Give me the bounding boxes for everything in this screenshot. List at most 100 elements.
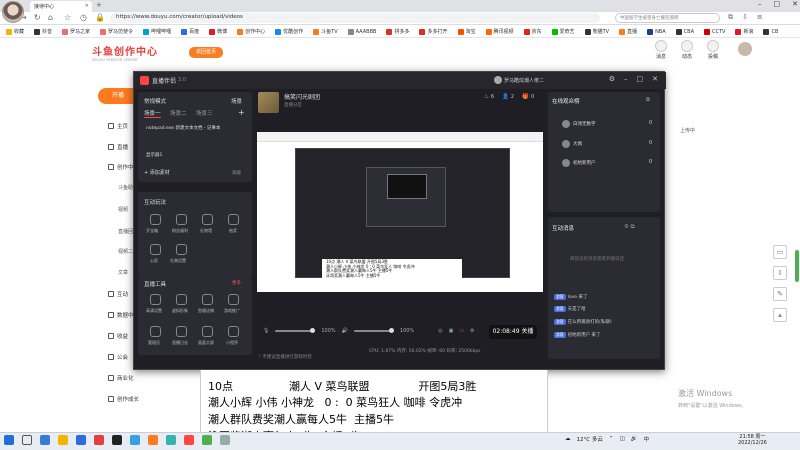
expand-icon[interactable]: ⧉ (646, 97, 650, 104)
extensions-icon[interactable]: ⧉ (728, 13, 733, 22)
mini-program-icon[interactable] (228, 326, 239, 337)
download-icon[interactable]: ⇩ (742, 13, 748, 22)
bookmark-item[interactable]: 收藏 (6, 28, 24, 35)
start-icon[interactable] (4, 435, 14, 445)
settings-icon[interactable]: ⚙ ⧉ (624, 224, 635, 231)
mic-icon[interactable]: 🎙 (263, 328, 269, 334)
bookmark-item[interactable]: 创作中心 (237, 28, 265, 35)
streaming-app-icon[interactable] (184, 435, 194, 445)
bookmark-item[interactable]: 微博 (209, 28, 227, 35)
gift-wall-icon[interactable] (202, 214, 213, 225)
fan-welfare-icon[interactable] (176, 214, 187, 225)
sidebar-item-guild[interactable]: 公会 (108, 353, 128, 361)
bookmark-item[interactable]: 熊猫TV (584, 28, 609, 35)
bookmark-item[interactable]: 京东 (523, 28, 542, 35)
bookmark-item[interactable]: 拼多多 (386, 28, 409, 35)
search-input[interactable]: 中国留学生被害身亡嫌犯落网 (615, 13, 720, 23)
user-avatar[interactable] (738, 42, 752, 56)
minimize-icon[interactable]: – (624, 75, 628, 83)
bookmark-item[interactable]: 斗鱼TV (313, 28, 338, 35)
profile-avatar[interactable] (2, 1, 24, 23)
wish-icon[interactable] (150, 244, 161, 255)
store-icon[interactable] (76, 435, 86, 445)
file-explorer-icon[interactable] (58, 435, 68, 445)
viewer-row[interactable]: 白领无数字 (562, 120, 596, 128)
bookmark-item[interactable]: 腾讯视频 (485, 28, 514, 35)
download-icon[interactable]: ⇩ (773, 266, 787, 280)
feedback-icon[interactable]: ✎ (773, 287, 787, 301)
advanced-button[interactable]: 高级 (232, 170, 241, 176)
bookmark-item[interactable]: CBA (675, 28, 694, 35)
stream-cover[interactable] (258, 92, 279, 113)
stop-live-button[interactable]: 02:08:49 关播 (489, 325, 537, 339)
app-icon-dark[interactable] (112, 435, 122, 445)
stream-title[interactable]: 搞笑闪光剧团 (284, 92, 320, 101)
network-icon[interactable]: ◫ (619, 436, 624, 442)
source-item-monitor[interactable]: 显示器1 (146, 152, 162, 158)
record-icon[interactable]: ◎ (438, 328, 442, 334)
chat-message[interactable]: 游客 love 来了 (554, 294, 587, 300)
mic-volume-slider[interactable] (275, 328, 316, 333)
app-icon-teal[interactable] (166, 435, 176, 445)
browser-tab[interactable]: 接待中心 ✕ (30, 1, 92, 12)
admin-icon[interactable] (150, 326, 161, 337)
sidebar-item-income[interactable]: 收益 (108, 332, 128, 340)
sidebar-sub-video[interactable]: 视频 (118, 206, 128, 213)
header-item-messages[interactable]: 消息 (655, 40, 667, 60)
scene-button[interactable]: 场景 (231, 97, 242, 105)
sidebar-item-growth[interactable]: 创作成长 (108, 395, 139, 403)
bookmark-item[interactable]: 罗马仿使令 (100, 28, 133, 35)
scrollbar-thumb[interactable] (795, 250, 799, 282)
bookmark-item[interactable]: 爱奇艺 (551, 28, 575, 35)
sidebar-item-live[interactable]: 直播 (108, 143, 128, 151)
bookmark-item[interactable]: 百度 (181, 28, 199, 35)
add-source-button[interactable]: + 添加素材 (144, 169, 170, 176)
speaker-icon[interactable]: 🔊 (342, 328, 348, 334)
gamepad-icon[interactable] (228, 294, 239, 305)
scene-tab-3[interactable]: 场景三 (196, 109, 213, 117)
log-icon[interactable] (176, 326, 187, 337)
close-icon[interactable]: ✕ (792, 0, 798, 8)
scene-tab-1[interactable]: 场景一 (144, 109, 161, 118)
sidebar-item-interact[interactable]: 互动 (108, 290, 128, 298)
search-icon[interactable] (22, 435, 32, 445)
tray-up-icon[interactable]: ⌃ (609, 436, 614, 442)
stream-preview[interactable]: 10点 潮人 V 菜鸟联盟 开图5局3胜 潮人小辉 小伟 小神龙 0 : 0 菜… (257, 132, 543, 292)
clock[interactable]: 21:58 周一 2022/12/26 (738, 434, 767, 446)
back-home-button[interactable]: 返回首页 (189, 47, 223, 58)
tv-icon[interactable]: ▭ (773, 245, 787, 259)
bookmark-item[interactable]: 哔哩哔哩 (143, 28, 171, 35)
bookmark-item[interactable]: 罗马之家 (62, 28, 90, 35)
bookmark-item[interactable]: CCTV (704, 28, 725, 35)
history-icon[interactable]: ◷ (80, 13, 87, 22)
volume-icon[interactable]: 🔊 (631, 436, 638, 442)
chat-message[interactable]: 游客 在么用邀请打的(私聊) (554, 319, 612, 325)
app-user-avatar[interactable] (494, 76, 502, 84)
sidebar-sub-article[interactable]: 文章 (118, 269, 128, 276)
maximize-icon[interactable]: □ (774, 0, 781, 8)
maximize-icon[interactable]: □ (637, 75, 644, 83)
bookmark-item[interactable]: 多多打开 (419, 28, 448, 35)
browser-icon[interactable] (130, 435, 140, 445)
site-logo[interactable]: 斗鱼创作中心 DOUYU CREATOR CENTER (92, 43, 162, 62)
bookmark-item[interactable]: 优酷创作 (275, 28, 303, 35)
viewer-row[interactable]: 大佩 (562, 140, 582, 148)
speaker-volume-slider[interactable] (353, 328, 394, 333)
star-icon[interactable]: ☆ (64, 13, 71, 22)
sidebar-item-home[interactable]: 主页 (108, 122, 128, 130)
reload-icon[interactable]: ↻ (34, 13, 41, 22)
bookmark-item[interactable]: 抖音 (34, 28, 52, 35)
url-input[interactable]: https://www.douyu.com/creator/upload/vid… (110, 13, 600, 23)
sidebar-item-business[interactable]: 商业化 (108, 374, 134, 382)
top-icon[interactable]: ▴ (773, 308, 787, 322)
notepad-icon[interactable] (220, 435, 230, 445)
home-icon[interactable]: ⌂ (48, 13, 53, 22)
settings-icon[interactable]: ⚙ (470, 328, 474, 334)
bookmark-item[interactable]: CB (763, 28, 778, 35)
app-icon-red[interactable] (94, 435, 104, 445)
close-icon[interactable]: ✕ (85, 3, 89, 9)
shop-icon[interactable] (202, 294, 213, 305)
bookmark-item[interactable]: 直播 (619, 28, 637, 35)
task-view-icon[interactable] (40, 435, 50, 445)
camera-icon[interactable]: ▣ (449, 328, 454, 334)
